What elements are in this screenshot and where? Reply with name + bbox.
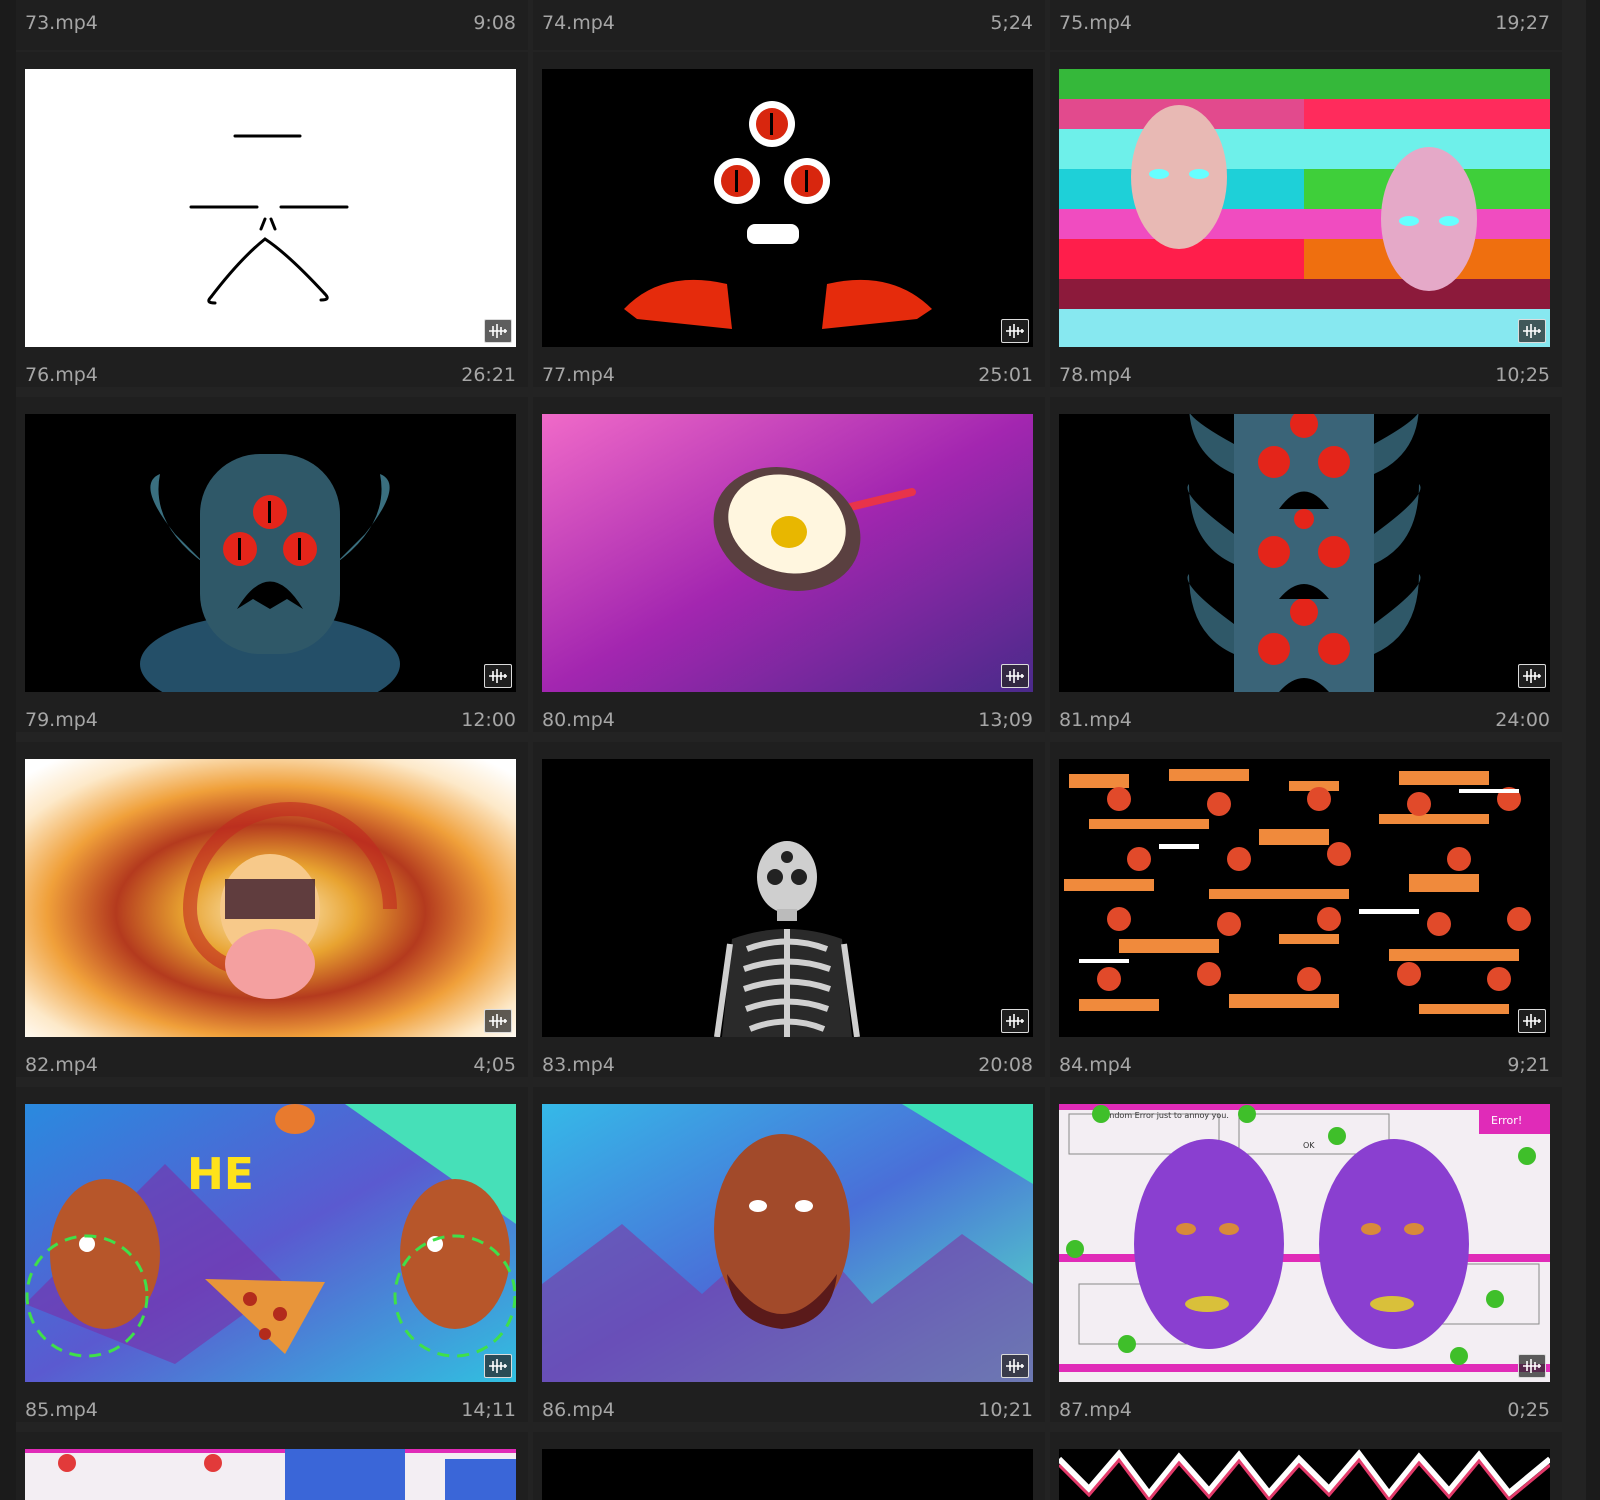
clip-thumbnail[interactable] xyxy=(1059,69,1550,347)
clip-thumbnail[interactable] xyxy=(1059,759,1550,1037)
three-eyed-skull xyxy=(542,69,1033,347)
zigzag-thumb xyxy=(1059,1449,1550,1500)
audio-waveform-icon xyxy=(484,664,512,688)
stacked-monsters xyxy=(1059,414,1550,692)
clip-duration: 13;09 xyxy=(978,709,1033,731)
clip-thumbnail[interactable] xyxy=(25,414,516,692)
skeleton xyxy=(542,759,1033,1037)
clip-duration: 12:00 xyxy=(461,709,516,731)
audio-waveform-icon xyxy=(1001,664,1029,688)
clip-tile[interactable]: 86.mp4 10;21 xyxy=(533,1087,1045,1422)
clip-thumbnail[interactable] xyxy=(542,69,1033,347)
audio-waveform-icon xyxy=(1518,1354,1546,1378)
clip-tile[interactable]: HE 85.mp4 14;11 xyxy=(16,1087,528,1422)
heads-pizza: HE xyxy=(25,1104,516,1382)
clip-thumbnail[interactable] xyxy=(542,414,1033,692)
clip-name: 80.mp4 xyxy=(542,709,615,731)
clip-tile[interactable]: 76.mp4 26:21 xyxy=(16,52,528,387)
clip-tile[interactable]: 83.mp4 20:08 xyxy=(533,742,1045,1077)
frying-egg xyxy=(542,414,1033,692)
clip-name: 87.mp4 xyxy=(1059,1399,1132,1421)
clip-tile[interactable] xyxy=(533,1432,1045,1500)
clip-duration: 25:01 xyxy=(978,364,1033,386)
audio-waveform-icon xyxy=(1001,1354,1029,1378)
clip-thumbnail[interactable] xyxy=(542,759,1033,1037)
clip-name: 82.mp4 xyxy=(25,1054,98,1076)
clip-duration: 10;21 xyxy=(978,1399,1033,1421)
error-dialog-message: Random Error just to annoy you. xyxy=(1099,1111,1229,1120)
clip-tile[interactable] xyxy=(16,1432,528,1500)
clip-thumbnail[interactable] xyxy=(25,1449,516,1500)
clip-thumbnail[interactable] xyxy=(1059,1449,1550,1500)
head-waves xyxy=(542,1104,1033,1382)
audio-waveform-icon xyxy=(1518,1009,1546,1033)
clip-duration: 26:21 xyxy=(461,364,516,386)
clip-tile[interactable]: 82.mp4 4;05 xyxy=(16,742,528,1077)
clip-thumbnail[interactable]: Random Error just to annoy you. Error! O… xyxy=(1059,1104,1550,1382)
clip-duration: 0;25 xyxy=(1507,1399,1550,1421)
clip-tile[interactable]: 73.mp4 9:08 xyxy=(16,0,528,50)
clip-thumbnail[interactable] xyxy=(1059,414,1550,692)
clip-name: 83.mp4 xyxy=(542,1054,615,1076)
clip-thumbnail[interactable] xyxy=(25,759,516,1037)
clip-name: 84.mp4 xyxy=(1059,1054,1132,1076)
audio-waveform-icon xyxy=(1518,319,1546,343)
clip-tile[interactable]: 81.mp4 24:00 xyxy=(1050,397,1562,732)
clip-duration: 9;21 xyxy=(1507,1054,1550,1076)
clip-name: 73.mp4 xyxy=(25,12,98,34)
clip-name: 76.mp4 xyxy=(25,364,98,386)
white-face-drawing xyxy=(25,69,516,347)
clip-thumbnail[interactable] xyxy=(542,1449,1033,1500)
error-dialog-title: Error! xyxy=(1491,1114,1522,1127)
clip-duration: 5;24 xyxy=(990,12,1033,34)
error-dialog-ok: OK xyxy=(1303,1141,1315,1150)
clip-tile[interactable]: 75.mp4 19;27 xyxy=(1050,0,1562,50)
clip-name: 86.mp4 xyxy=(542,1399,615,1421)
clip-duration: 9:08 xyxy=(473,12,516,34)
audio-waveform-icon xyxy=(1001,319,1029,343)
horned-monster xyxy=(25,414,516,692)
clip-duration: 10;25 xyxy=(1495,364,1550,386)
audio-waveform-icon xyxy=(484,1009,512,1033)
clip-name: 75.mp4 xyxy=(1059,12,1132,34)
clip-thumbnail[interactable]: HE xyxy=(25,1104,516,1382)
clip-duration: 4;05 xyxy=(473,1054,516,1076)
glitch-heads xyxy=(1059,69,1550,347)
spiral xyxy=(25,759,516,1037)
clip-tile[interactable]: 78.mp4 10;25 xyxy=(1050,52,1562,387)
clip-name: 74.mp4 xyxy=(542,12,615,34)
clip-tile[interactable] xyxy=(1050,1432,1562,1500)
audio-waveform-icon xyxy=(1518,664,1546,688)
clip-tile[interactable]: 77.mp4 25:01 xyxy=(533,52,1045,387)
audio-waveform-icon xyxy=(484,1354,512,1378)
clip-tile[interactable]: 74.mp4 5;24 xyxy=(533,0,1045,50)
clip-duration: 14;11 xyxy=(461,1399,516,1421)
glitch-pattern xyxy=(1059,759,1550,1037)
audio-waveform-icon xyxy=(484,319,512,343)
media-bin-grid: 73.mp4 9:08 74.mp4 5;24 75.mp4 19;27 76.mp4… xyxy=(16,0,1586,1500)
clip-tile[interactable]: Random Error just to annoy you. Error! O… xyxy=(1050,1087,1562,1422)
clip-tile[interactable]: 84.mp4 9;21 xyxy=(1050,742,1562,1077)
purple-faces-errors: Random Error just to annoy you. Error! O… xyxy=(1059,1104,1550,1382)
audio-waveform-icon xyxy=(1001,1009,1029,1033)
clip-name: 79.mp4 xyxy=(25,709,98,731)
clip-duration: 20:08 xyxy=(978,1054,1033,1076)
clip-tile[interactable]: 80.mp4 13;09 xyxy=(533,397,1045,732)
clip-duration: 24:00 xyxy=(1495,709,1550,731)
clip-duration: 19;27 xyxy=(1495,12,1550,34)
clip-name: 77.mp4 xyxy=(542,364,615,386)
clip-tile[interactable]: 79.mp4 12:00 xyxy=(16,397,528,732)
clip-name: 78.mp4 xyxy=(1059,364,1132,386)
clip-name: 85.mp4 xyxy=(25,1399,98,1421)
clip-thumbnail[interactable] xyxy=(542,1104,1033,1382)
clip-name: 81.mp4 xyxy=(1059,709,1132,731)
clip-thumbnail[interactable] xyxy=(25,69,516,347)
clip-overlay-text: HE xyxy=(187,1149,254,1200)
error-windows-thumb xyxy=(25,1449,516,1500)
